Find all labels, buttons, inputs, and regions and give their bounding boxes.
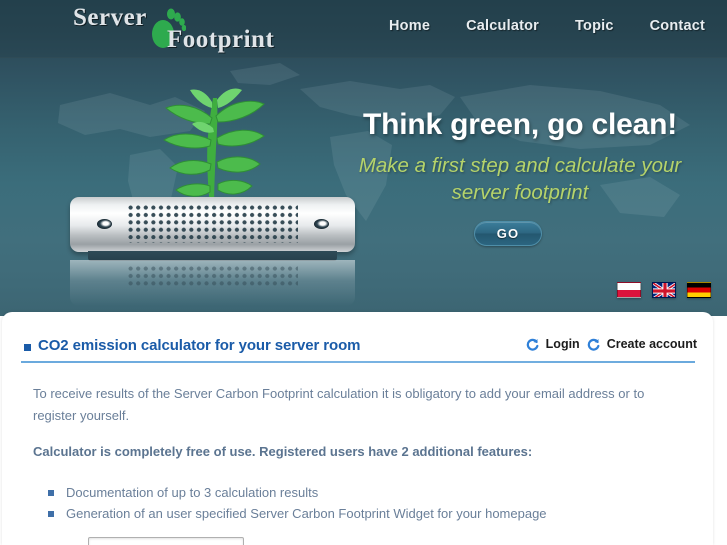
top-navigation-bar: Server Footprint Home Calculator Topic C…: [0, 0, 727, 58]
account-links: Login Create account: [526, 337, 697, 351]
server-chassis: [70, 197, 355, 252]
language-flag-pl[interactable]: [617, 282, 641, 298]
page-title: CO2 emission calculator for your server …: [38, 337, 361, 354]
server-vent-grille: [128, 205, 298, 243]
server-vent-grille-reflection: [128, 266, 298, 286]
main-navigation: Home Calculator Topic Contact: [371, 18, 705, 34]
panel-header: CO2 emission calculator for your server …: [2, 312, 713, 364]
features-lead-in: Calculator is completely free of use. Re…: [33, 444, 533, 459]
list-item: Generation of an user specified Server C…: [48, 504, 688, 525]
nav-item-contact[interactable]: Contact: [632, 18, 705, 34]
refresh-arrow-icon: [587, 338, 600, 351]
hero-banner: Server Footprint Home Calculator Topic C…: [0, 0, 727, 316]
login-link[interactable]: Login: [546, 337, 580, 351]
page-root: Server Footprint Home Calculator Topic C…: [0, 0, 727, 545]
refresh-arrow-icon: [526, 338, 539, 351]
server-reflection: [70, 260, 355, 306]
go-button[interactable]: GO: [474, 221, 542, 246]
server-port-right: [314, 219, 329, 229]
server-port-left: [97, 219, 112, 229]
email-field[interactable]: [88, 537, 244, 545]
language-flag-de[interactable]: [687, 282, 711, 298]
language-flag-gb[interactable]: [652, 282, 676, 298]
create-account-link[interactable]: Create account: [607, 337, 697, 351]
nav-item-home[interactable]: Home: [371, 18, 448, 34]
green-plant-icon: [163, 88, 265, 208]
header-divider: [21, 361, 695, 363]
nav-item-calculator[interactable]: Calculator: [448, 18, 557, 34]
feature-list: Documentation of up to 3 calculation res…: [48, 483, 688, 524]
site-logo[interactable]: Server Footprint: [68, 2, 283, 56]
logo-text-footprint: Footprint: [167, 26, 275, 53]
list-item: Documentation of up to 3 calculation res…: [48, 483, 688, 504]
hero-subtitle: Make a first step and calculate your ser…: [358, 154, 682, 204]
square-bullet-icon: [24, 344, 31, 351]
language-switcher: [617, 282, 711, 298]
intro-paragraph: To receive results of the Server Carbon …: [33, 386, 645, 423]
server-illustration: [62, 88, 362, 306]
nav-item-topic[interactable]: Topic: [557, 18, 632, 34]
hero-title: Think green, go clean!: [363, 108, 677, 141]
logo-text-server: Server: [73, 4, 147, 31]
